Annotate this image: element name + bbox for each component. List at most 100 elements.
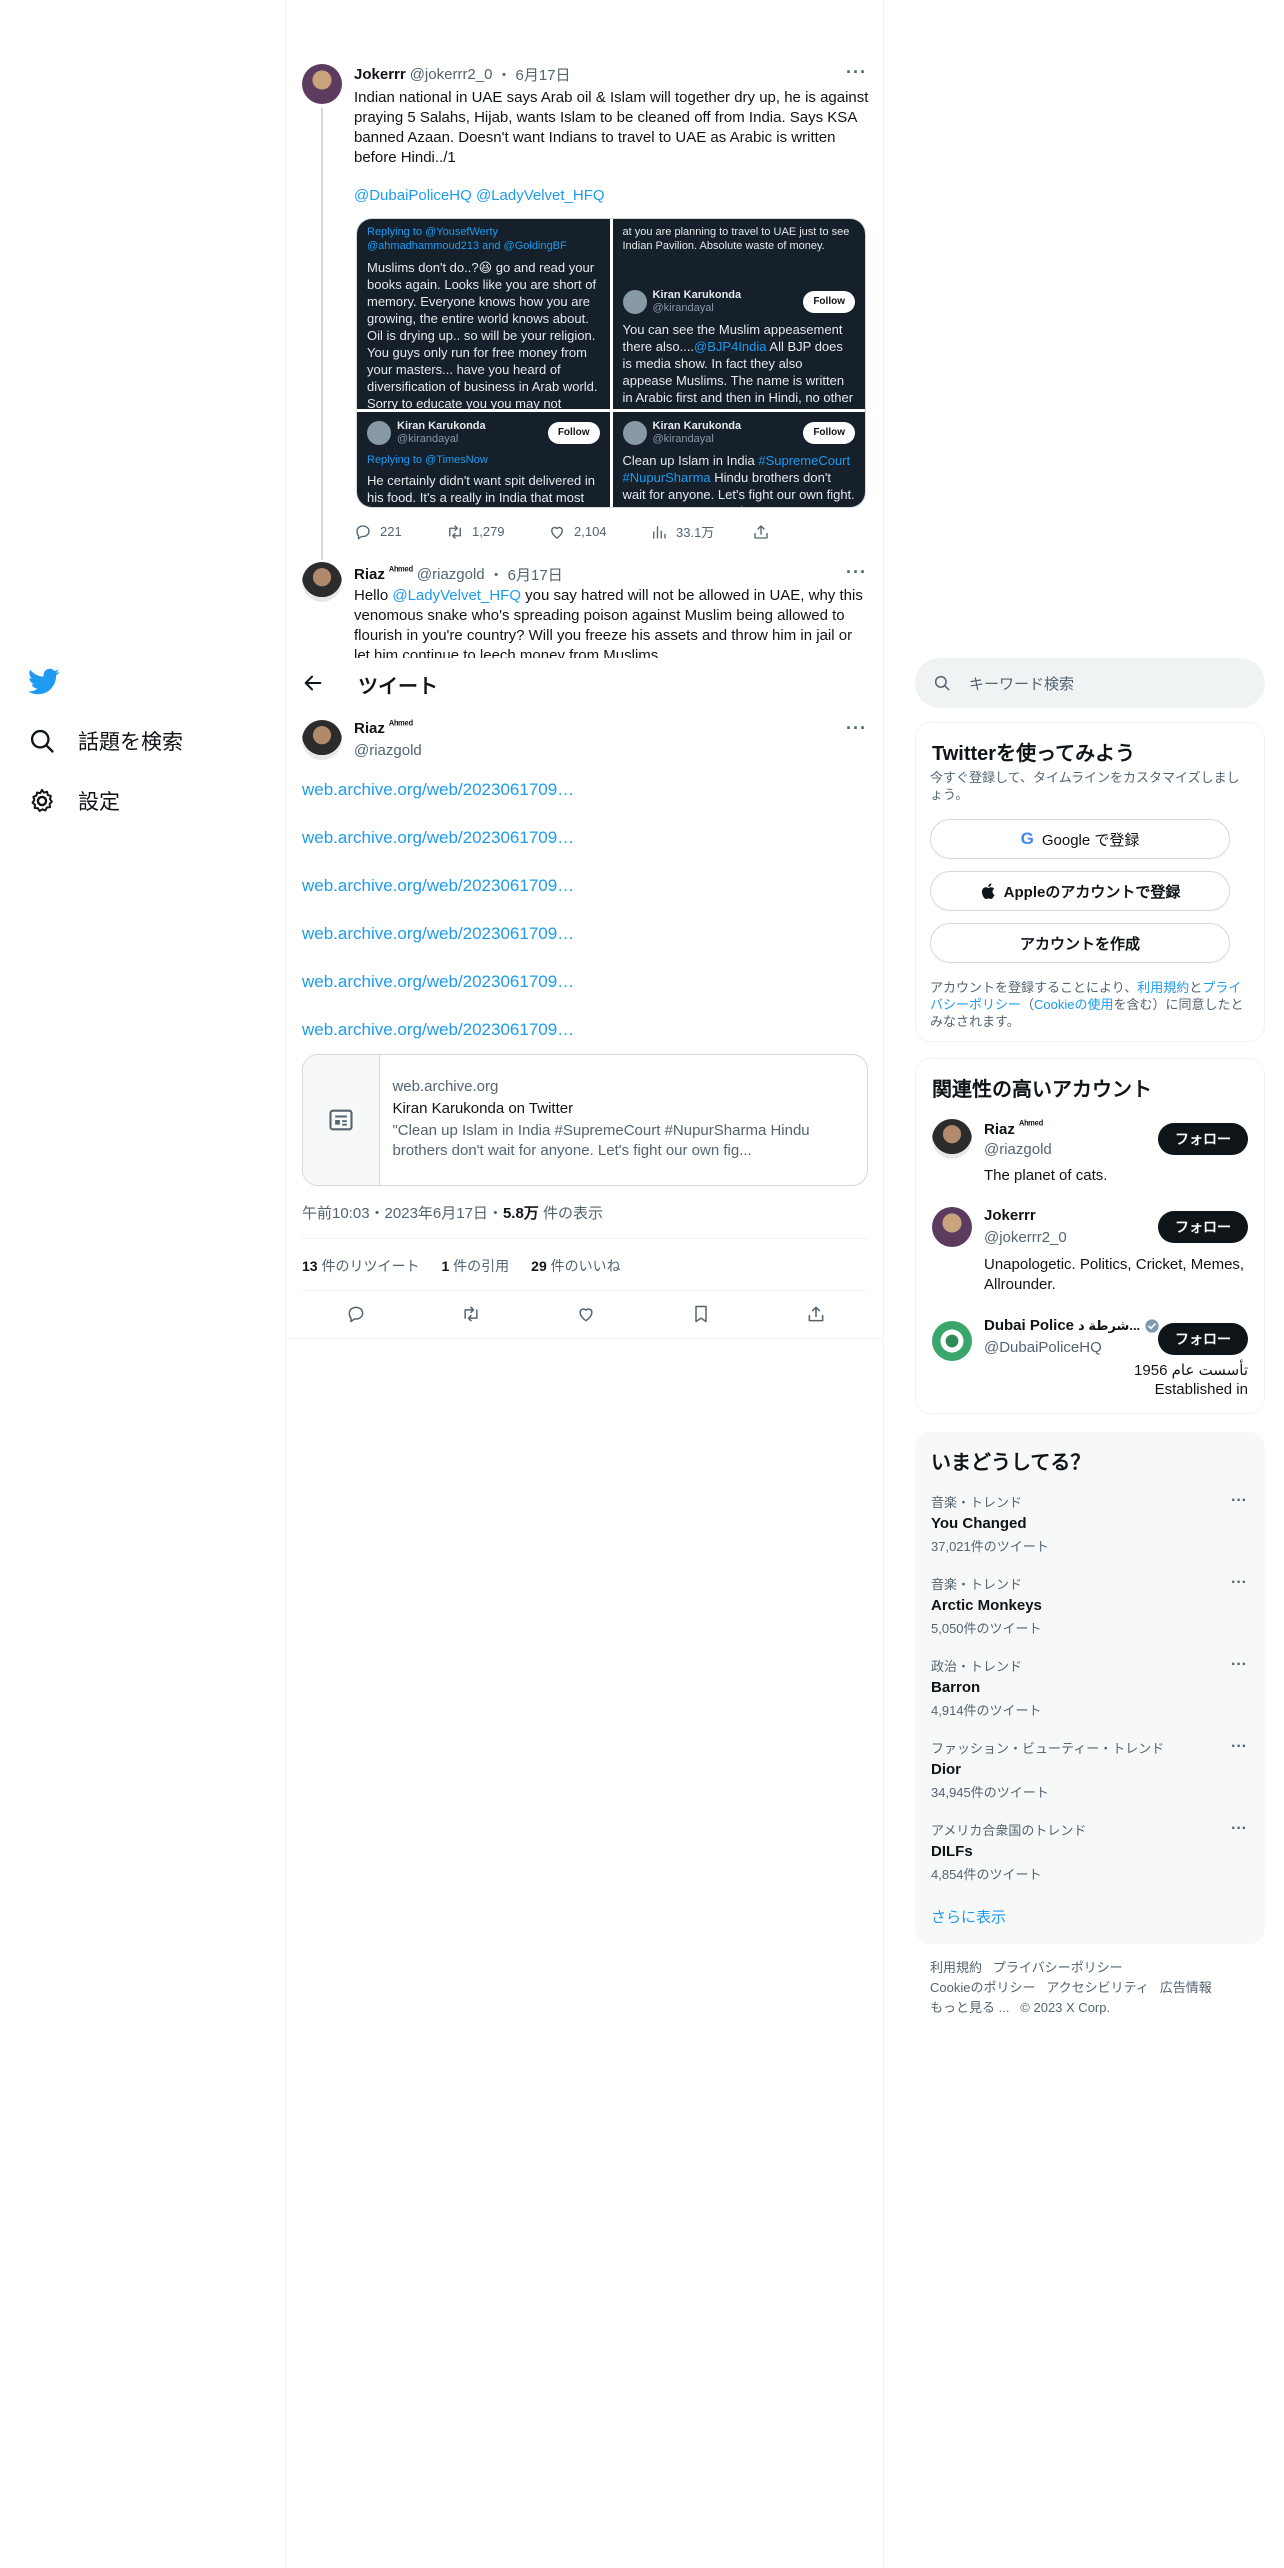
account-row[interactable]: Riaz ᴬʰᵐᵉᵈ @riazgold The planet of cats.… [916, 1119, 1264, 1199]
avatar[interactable] [302, 64, 342, 104]
relevant-accounts-panel: 関連性の高いアカウント Riaz ᴬʰᵐᵉᵈ @riazgold The pla… [915, 1058, 1265, 1414]
avatar[interactable] [302, 720, 342, 760]
cookie-link[interactable]: Cookieの使用 [1034, 997, 1113, 1012]
column-divider-right [883, 0, 884, 2568]
trends-title: いまどうしてる？ [931, 1452, 1091, 1474]
retweet-stat[interactable]: 13 件のリツイート [302, 1256, 419, 1276]
avatar[interactable] [302, 562, 342, 602]
more-options-icon[interactable]: ··· [846, 62, 867, 83]
twitter-logo-icon[interactable] [28, 668, 60, 696]
archive-link[interactable]: web.archive.org/web/2023061709… [302, 972, 574, 992]
account-handle: @jokerrr2_0 [984, 1229, 1067, 1246]
account-row[interactable]: Jokerrr @jokerrr2_0 Unapologetic. Politi… [916, 1207, 1264, 1297]
more-options-icon[interactable]: ··· [1231, 1656, 1247, 1674]
author-handle[interactable]: @riazgold [354, 742, 422, 759]
archive-link[interactable]: web.archive.org/web/2023061709… [302, 924, 574, 944]
follow-button: Follow [803, 291, 855, 313]
tweet-date[interactable]: 6月17日 [508, 564, 563, 585]
divider [302, 1238, 868, 1239]
media-image[interactable]: Kiran Karukonda @kirandayal Follow Clean… [612, 412, 865, 507]
more-options-icon[interactable]: ··· [846, 718, 867, 739]
bookmark-icon[interactable] [691, 1304, 711, 1324]
author-handle[interactable]: @riazgold [417, 566, 485, 583]
trend-count: 4,914件のツイート [931, 1703, 1042, 1718]
show-more-link[interactable]: さらに表示 [931, 1906, 1006, 1927]
media-image[interactable]: Replying to @YousefWerty @ahmadhammoud21… [357, 219, 610, 409]
trend-item[interactable]: 音楽・トレンド You Changed 37,021件のツイート [931, 1492, 1049, 1555]
back-arrow-icon[interactable] [302, 672, 324, 694]
follow-button[interactable]: フォロー [1158, 1323, 1248, 1355]
more-options-icon[interactable]: ··· [846, 562, 867, 583]
verified-badge-icon [1144, 1318, 1160, 1334]
tweet-timestamp-row: 午前10:03・2023年6月17日・5.8万 件の表示 [302, 1202, 603, 1223]
tweet-media-grid[interactable]: Replying to @YousefWerty @ahmadhammoud21… [356, 218, 866, 508]
avatar [932, 1119, 972, 1159]
tweet-timestamp[interactable]: 午前10:03・2023年6月17日・ [302, 1205, 503, 1222]
signup-subtitle: 今すぐ登録して、タイムラインをカスタマイズしましょう。 [930, 770, 1240, 802]
media-image[interactable]: Kiran Karukonda @kirandayal Follow Reply… [357, 412, 610, 507]
terms-link[interactable]: 利用規約 [1137, 980, 1189, 995]
apple-signup-button[interactable]: Appleのアカウントで登録 [930, 871, 1230, 911]
share-icon[interactable] [806, 1304, 826, 1324]
heart-icon[interactable] [576, 1304, 596, 1324]
footer-link[interactable]: プライバシーポリシー [993, 1960, 1123, 1975]
retweet-button[interactable]: 1,279 [446, 523, 548, 541]
footer-link[interactable]: 利用規約 [930, 1960, 982, 1975]
follow-button[interactable]: フォロー [1158, 1123, 1248, 1155]
like-button[interactable]: 2,104 [548, 523, 650, 541]
author-name[interactable]: Riaz [354, 720, 385, 737]
more-options-icon[interactable]: ··· [1231, 1738, 1247, 1756]
author-name[interactable]: Riaz [354, 566, 385, 583]
follow-button: Follow [803, 422, 855, 444]
gear-icon [28, 787, 56, 815]
quote-stat[interactable]: 1 件の引用 [441, 1256, 509, 1276]
share-icon [752, 523, 770, 541]
mention-link[interactable]: @LadyVelvet_HFQ [476, 187, 605, 204]
link-preview-card[interactable]: web.archive.org Kiran Karukonda on Twitt… [302, 1054, 868, 1186]
footer-link[interactable]: アクセシビリティ [1046, 1980, 1149, 1995]
views-button[interactable]: 33.1万 [650, 522, 752, 541]
footer-more-link[interactable]: もっと見る ... [930, 2000, 1009, 2015]
retweet-icon[interactable] [461, 1304, 481, 1324]
mention-link[interactable]: @LadyVelvet_HFQ [392, 587, 521, 604]
archive-link[interactable]: web.archive.org/web/2023061709… [302, 1020, 574, 1040]
account-bio: The planet of cats. [984, 1167, 1108, 1184]
copyright: © 2023 X Corp. [1020, 2000, 1111, 2015]
search-input[interactable]: キーワード検索 [915, 658, 1265, 708]
tweet-date[interactable]: 6月17日 [515, 64, 570, 85]
search-icon [933, 674, 951, 692]
nav-explore[interactable]: 話題を検索 [28, 726, 183, 756]
media-image[interactable]: at you are planning to travel to UAE jus… [612, 219, 865, 409]
archive-link[interactable]: web.archive.org/web/2023061709… [302, 780, 574, 800]
trend-item[interactable]: アメリカ合衆国のトレンド DILFs 4,854件のツイート [931, 1820, 1086, 1883]
account-row[interactable]: Dubai Police شرطة د... @DubaiPoliceHQ تأ… [916, 1317, 1264, 1407]
trend-item[interactable]: 政治・トレンド Barron 4,914件のツイート [931, 1656, 1042, 1719]
mention-link[interactable]: @DubaiPoliceHQ [354, 187, 472, 204]
like-stat[interactable]: 29 件のいいね [531, 1256, 620, 1276]
create-account-button[interactable]: アカウントを作成 [930, 923, 1230, 963]
share-button[interactable] [752, 523, 770, 541]
view-label: 件の表示 [538, 1205, 603, 1222]
trend-item[interactable]: 音楽・トレンド Arctic Monkeys 5,050件のツイート [931, 1574, 1042, 1637]
trend-item[interactable]: ファッション・ビューティー・トレンド Dior 34,945件のツイート [931, 1738, 1164, 1801]
account-name-arabic: شرطة د... [1078, 1317, 1141, 1333]
archive-link[interactable]: web.archive.org/web/2023061709… [302, 876, 574, 896]
tweet-mentions: @DubaiPoliceHQ @LadyVelvet_HFQ [354, 186, 605, 206]
footer-link[interactable]: 広告情報 [1160, 1980, 1212, 1995]
screenshot-text: Muslims don't do..?😆 go and read your bo… [367, 260, 598, 409]
follow-button[interactable]: フォロー [1158, 1211, 1248, 1243]
avatar [622, 290, 647, 314]
google-signup-button[interactable]: G Google で登録 [930, 819, 1230, 859]
more-options-icon[interactable]: ··· [1231, 1820, 1247, 1838]
account-name: Jokerrr [984, 1207, 1036, 1224]
footer-link[interactable]: Cookieのポリシー [930, 1980, 1035, 1995]
more-options-icon[interactable]: ··· [1231, 1574, 1247, 1592]
archive-link[interactable]: web.archive.org/web/2023061709… [302, 828, 574, 848]
nav-settings[interactable]: 設定 [28, 786, 120, 816]
author-name[interactable]: Jokerrr [354, 66, 406, 83]
screenshot-handle: @kirandayal [652, 302, 714, 314]
author-handle[interactable]: @jokerrr2_0 [410, 66, 493, 83]
more-options-icon[interactable]: ··· [1231, 1492, 1247, 1510]
reply-icon[interactable] [346, 1304, 366, 1324]
reply-button[interactable]: 221 [354, 523, 446, 541]
